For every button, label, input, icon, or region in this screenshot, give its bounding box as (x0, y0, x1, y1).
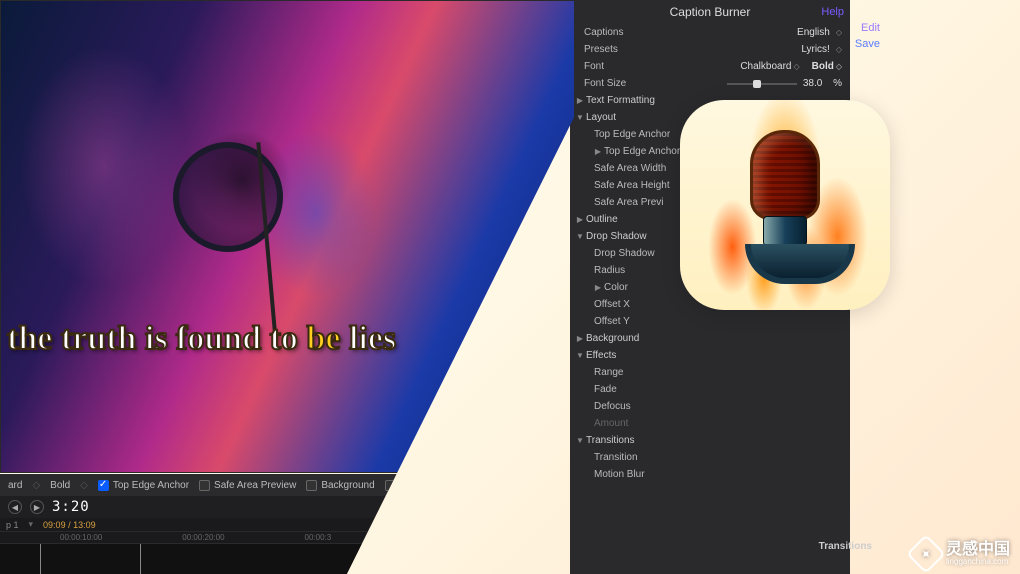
inspector-title: Caption Burner (670, 5, 751, 19)
item-amount[interactable]: Amount (570, 415, 850, 432)
ruler-tick: 00:00:3 (305, 533, 332, 542)
section-background[interactable]: ▶Background (570, 330, 850, 347)
disclosure-triangle-icon[interactable]: ▼ (576, 232, 584, 241)
prop-fontsize[interactable]: Font Size 38.0 % (570, 75, 850, 92)
watermark-cn: 灵感中国 (946, 542, 1010, 558)
checkbox-icon[interactable] (98, 480, 109, 491)
prop-font[interactable]: Font Chalkboard Bold (570, 58, 850, 75)
prop-value[interactable]: English (797, 27, 842, 38)
watermark-logo-icon: ✦ (906, 534, 946, 574)
video-preview[interactable]: the truth is found to be lies (0, 0, 575, 473)
caption-pre: the truth is found to (7, 320, 298, 357)
zoom-label: Zoom (432, 480, 458, 491)
checkbox-icon[interactable] (199, 480, 210, 491)
item-range[interactable]: Range (570, 364, 850, 381)
prop-label: Font Size (584, 78, 721, 89)
item-motion-blur[interactable]: Motion Blur (570, 466, 850, 483)
transport-bar: ◀ ▶ 3:20 (0, 496, 575, 518)
item-offset-y[interactable]: Offset Y (570, 313, 850, 330)
ruler-tick: 00:00:20:00 (182, 533, 224, 542)
item-transition[interactable]: Transition (570, 449, 850, 466)
timeline-position: 09:09 / 13:09 (43, 520, 96, 530)
toolbar-check-1[interactable]: Safe Area Preview (199, 480, 296, 491)
toolbar-left-trunc[interactable]: ard (8, 480, 22, 491)
disclosure-triangle-icon[interactable]: ▼ (576, 113, 584, 122)
timeline-track[interactable] (0, 544, 575, 574)
prop-value[interactable]: 38.0 % (803, 78, 842, 89)
checkbox-icon[interactable] (306, 480, 317, 491)
help-link[interactable]: Help (821, 6, 844, 18)
fontsize-slider[interactable] (727, 83, 797, 85)
item-defocus[interactable]: Defocus (570, 398, 850, 415)
timeline-ruler[interactable]: 00:00:10:00 00:00:20:00 00:00:3 (0, 532, 575, 544)
disclosure-triangle-icon[interactable]: ▶ (576, 334, 584, 343)
play-button[interactable]: ▶ (30, 500, 44, 514)
transitions-tab[interactable]: Transitions (819, 541, 872, 552)
microphone-icon (745, 130, 825, 280)
caption-accent: be (306, 320, 340, 357)
prop-label: Presets (584, 44, 801, 55)
inspector-actions: Edit Save (855, 22, 880, 50)
preview-toolbar: ard ◇ Bold ◇ Top Edge AnchorSafe Area Pr… (0, 474, 575, 496)
prop-label: Font (584, 61, 740, 72)
clip-label[interactable]: p 1 (6, 520, 19, 530)
watermark-en: lingganchina.com (946, 558, 1010, 566)
app-icon (680, 100, 890, 310)
chevron-down-icon[interactable]: ▾ (29, 519, 34, 530)
toolbar-check-0[interactable]: Top Edge Anchor (98, 480, 189, 491)
ruler-tick: 00:00:10:00 (60, 533, 102, 542)
checkbox-icon[interactable] (385, 480, 396, 491)
toolbar-check-3[interactable]: Fade (385, 480, 423, 491)
save-link[interactable]: Save (855, 38, 880, 50)
prop-value[interactable]: Chalkboard Bold (740, 61, 842, 72)
disclosure-triangle-icon[interactable]: ▼ (576, 436, 584, 445)
prop-presets[interactable]: Presets Lyrics! (570, 41, 850, 58)
edit-link[interactable]: Edit (861, 22, 880, 34)
section-transitions[interactable]: ▼Transitions (570, 432, 850, 449)
toolbar-weight[interactable]: Bold (50, 480, 70, 491)
item-fade[interactable]: Fade (570, 381, 850, 398)
disclosure-triangle-icon[interactable]: ▶ (594, 283, 602, 292)
prop-value[interactable]: Lyrics! (801, 44, 842, 55)
prev-button[interactable]: ◀ (8, 500, 22, 514)
disclosure-triangle-icon[interactable]: ▼ (576, 351, 584, 360)
burned-caption: the truth is found to be lies (7, 318, 564, 361)
zoom-off-pill[interactable]: ⦿ Off (468, 478, 501, 493)
toolbar-check-2[interactable]: Background (306, 480, 374, 491)
disclosure-triangle-icon[interactable]: ▶ (594, 147, 602, 156)
timeline[interactable]: p 1 ▾ 09:09 / 13:09 00:00:10:00 00:00:20:… (0, 518, 575, 574)
disclosure-triangle-icon[interactable]: ▶ (576, 215, 584, 224)
section-effects[interactable]: ▼Effects (570, 347, 850, 364)
caption-post: lies (349, 320, 396, 357)
watermark: ✦ 灵感中国 lingganchina.com (912, 540, 1010, 568)
timecode: 3:20 (52, 499, 90, 515)
